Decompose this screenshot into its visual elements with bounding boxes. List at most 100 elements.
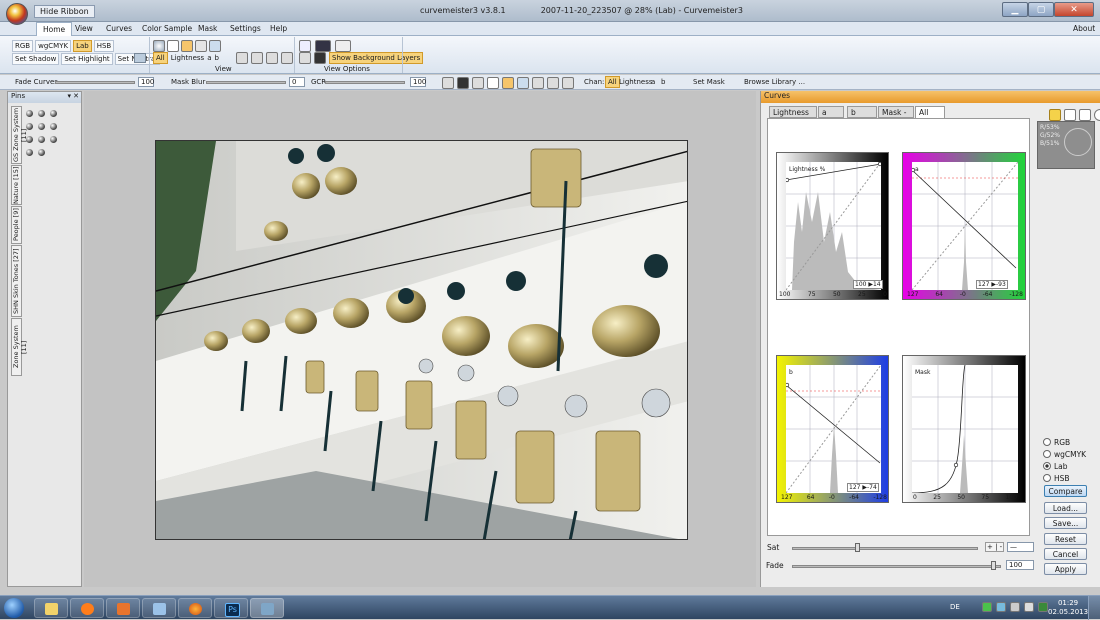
tab-settings[interactable]: Settings <box>230 24 261 33</box>
tab-mask[interactable]: Mask <box>198 24 217 33</box>
mask-tool-icon[interactable] <box>457 77 469 89</box>
start-button[interactable] <box>4 598 24 618</box>
chan-b-button[interactable]: b <box>661 78 665 86</box>
pin-icon[interactable] <box>38 123 45 130</box>
curves-tab-mask-a[interactable]: Mask - a <box>878 106 914 126</box>
close-button[interactable]: ✕ <box>1054 2 1094 17</box>
tab-curves[interactable]: Curves <box>106 24 132 33</box>
language-indicator[interactable]: DE <box>950 603 960 611</box>
mask-blur-value[interactable]: 0 <box>289 77 305 87</box>
folder-icon[interactable] <box>1049 109 1061 121</box>
maximize-button[interactable]: ▢ <box>1028 2 1054 17</box>
cancel-button[interactable]: Cancel <box>1044 548 1087 560</box>
taskbar-media-player[interactable] <box>70 598 104 618</box>
fade-curves-slider[interactable] <box>55 81 135 84</box>
pointer-tool-icon[interactable] <box>487 77 499 89</box>
tab-help[interactable]: Help <box>270 24 287 33</box>
pin-icon[interactable] <box>50 110 57 117</box>
zoom-icon[interactable] <box>1079 109 1091 121</box>
pin-panel-icon[interactable]: ▾ <box>67 92 71 100</box>
radio-button[interactable] <box>1043 474 1051 482</box>
clone-icon[interactable] <box>547 77 559 89</box>
photo-preview[interactable] <box>155 140 688 540</box>
pins-tab-gs-zone[interactable]: GS Zone System [11] <box>11 106 28 164</box>
apply-button[interactable]: Apply <box>1044 563 1087 575</box>
radio-button[interactable] <box>1043 462 1051 470</box>
radio-rgb[interactable]: RGB <box>1043 437 1086 449</box>
security-icon[interactable] <box>1038 602 1048 612</box>
radio-button[interactable] <box>1043 438 1051 446</box>
taskbar-network[interactable] <box>142 598 176 618</box>
curves-tab-lightness[interactable]: Lightness <box>769 106 817 118</box>
load-button[interactable]: Load... <box>1044 502 1087 514</box>
radio-wgcmyk[interactable]: wgCMYK <box>1043 449 1086 461</box>
fade-slider[interactable] <box>792 565 1001 568</box>
minimize-button[interactable]: ▁ <box>1002 2 1028 17</box>
pin-icon[interactable] <box>26 123 33 130</box>
chan-a-button[interactable]: a <box>651 78 655 86</box>
app-orb-icon[interactable] <box>6 3 28 25</box>
gcr-value[interactable]: 100 <box>410 77 426 87</box>
reset-button[interactable]: Reset <box>1044 533 1087 545</box>
hand-tool-icon[interactable] <box>502 77 514 89</box>
hide-ribbon-button[interactable]: Hide Ribbon <box>34 5 95 18</box>
save-button[interactable]: Save... <box>1044 517 1087 529</box>
tab-view[interactable]: View <box>75 24 93 33</box>
curves-tab-a[interactable]: a <box>818 106 844 118</box>
lightness-curve-graph[interactable] <box>786 162 881 290</box>
pin-icon[interactable] <box>26 110 33 117</box>
b-curve-graph[interactable] <box>786 365 881 493</box>
taskbar-explorer[interactable] <box>34 598 68 618</box>
pins-tab-nature[interactable]: Nature [15] <box>11 165 22 205</box>
pins-tab-zone-system[interactable]: Zone System [11] <box>11 318 28 376</box>
network-tray-icon[interactable] <box>1010 602 1020 612</box>
sat-slider[interactable] <box>792 547 978 550</box>
set-mask-button[interactable]: Set Mask <box>693 78 725 86</box>
compare-button[interactable]: Compare <box>1044 485 1087 497</box>
curve-tool-icon[interactable] <box>472 77 484 89</box>
pin-icon[interactable] <box>38 136 45 143</box>
pin-icon[interactable] <box>26 136 33 143</box>
tray-app-icon[interactable] <box>996 602 1006 612</box>
a-curve-graph[interactable] <box>912 162 1018 290</box>
mask-blur-slider[interactable] <box>206 81 286 84</box>
curves-tab-b[interactable]: b <box>847 106 877 118</box>
clock[interactable]: 01:29 02.05.2013 <box>1048 599 1088 617</box>
volume-icon[interactable] <box>1024 602 1034 612</box>
pin-icon[interactable] <box>38 110 45 117</box>
pins-tab-skin-tones[interactable]: SHN Skin Tones [27] <box>11 245 22 317</box>
sat-step-buttons[interactable]: + | - <box>985 542 1005 552</box>
browse-library-button[interactable]: Browse Library ... <box>744 78 805 86</box>
sat-value[interactable]: — <box>1007 542 1034 552</box>
pin-icon[interactable] <box>38 149 45 156</box>
sat-slider-thumb[interactable] <box>855 543 860 552</box>
eyedropper-icon[interactable] <box>1064 109 1076 121</box>
tray-app-icon[interactable] <box>982 602 992 612</box>
taskbar-firefox[interactable] <box>178 598 212 618</box>
pin-icon[interactable] <box>50 123 57 130</box>
pin-icon[interactable] <box>50 136 57 143</box>
taskbar-office[interactable] <box>106 598 140 618</box>
brush-icon[interactable] <box>562 77 574 89</box>
fade-value[interactable]: 100 <box>1006 560 1034 570</box>
taskbar-curvemeister[interactable] <box>250 598 284 618</box>
radio-lab[interactable]: Lab <box>1043 461 1086 473</box>
gcr-slider[interactable] <box>325 81 405 84</box>
eyedropper-tool-icon[interactable] <box>532 77 544 89</box>
play-icon[interactable] <box>1094 109 1100 121</box>
chan-all-button[interactable]: All <box>605 76 620 88</box>
radio-hsb[interactable]: HSB <box>1043 473 1086 485</box>
taskbar-photoshop[interactable]: Ps <box>214 598 248 618</box>
close-panel-icon[interactable]: ✕ <box>73 92 79 100</box>
zoom-tool-icon[interactable] <box>517 77 529 89</box>
add-pin-icon[interactable] <box>442 77 454 89</box>
fade-curves-value[interactable]: 100 <box>138 77 154 87</box>
mask-curve-graph[interactable] <box>912 365 1018 493</box>
chan-lightness-button[interactable]: Lightness <box>619 78 653 86</box>
tab-color-sample[interactable]: Color Sample <box>142 24 192 33</box>
radio-button[interactable] <box>1043 450 1051 458</box>
show-desktop-button[interactable] <box>1088 596 1100 620</box>
fade-slider-thumb[interactable] <box>991 561 996 570</box>
pin-icon[interactable] <box>26 149 33 156</box>
about-link[interactable]: About <box>1073 24 1095 33</box>
